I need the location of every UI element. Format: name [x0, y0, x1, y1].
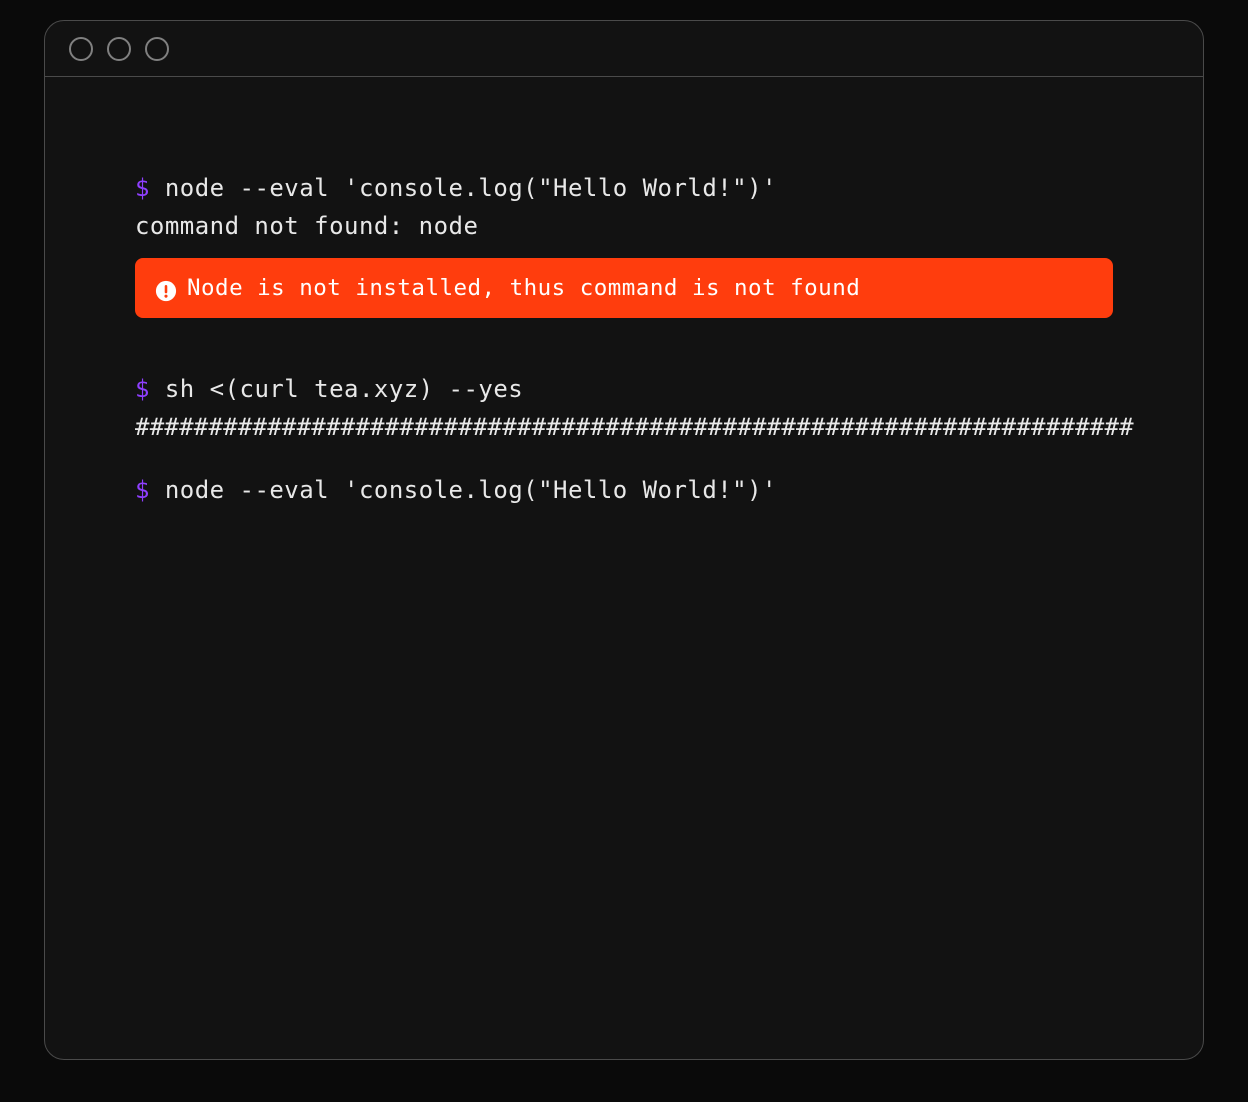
terminal-window: $ node --eval 'console.log("Hello World!…: [44, 20, 1204, 1060]
maximize-icon[interactable]: [145, 37, 169, 61]
titlebar: [45, 21, 1203, 77]
close-icon[interactable]: [69, 37, 93, 61]
prompt-symbol: $: [135, 476, 150, 504]
command-text: node --eval 'console.log("Hello World!")…: [165, 476, 777, 504]
alert-text: Node is not installed, thus command is n…: [187, 270, 860, 306]
output-line: command not found: node: [135, 207, 1113, 245]
prompt-symbol: $: [135, 174, 150, 202]
minimize-icon[interactable]: [107, 37, 131, 61]
command-text: sh <(curl tea.xyz) --yes: [165, 375, 523, 403]
alert-box: Node is not installed, thus command is n…: [135, 258, 1113, 318]
prompt-symbol: $: [135, 375, 150, 403]
prompt-line: $ sh <(curl tea.xyz) --yes: [135, 370, 1113, 408]
command-text: node --eval 'console.log("Hello World!")…: [165, 174, 777, 202]
progress-line: ########################################…: [135, 408, 1113, 446]
terminal-body[interactable]: $ node --eval 'console.log("Hello World!…: [45, 77, 1203, 1059]
prompt-line: $ node --eval 'console.log("Hello World!…: [135, 169, 1113, 207]
warning-icon: [155, 277, 177, 299]
prompt-line: $ node --eval 'console.log("Hello World!…: [135, 471, 1113, 509]
